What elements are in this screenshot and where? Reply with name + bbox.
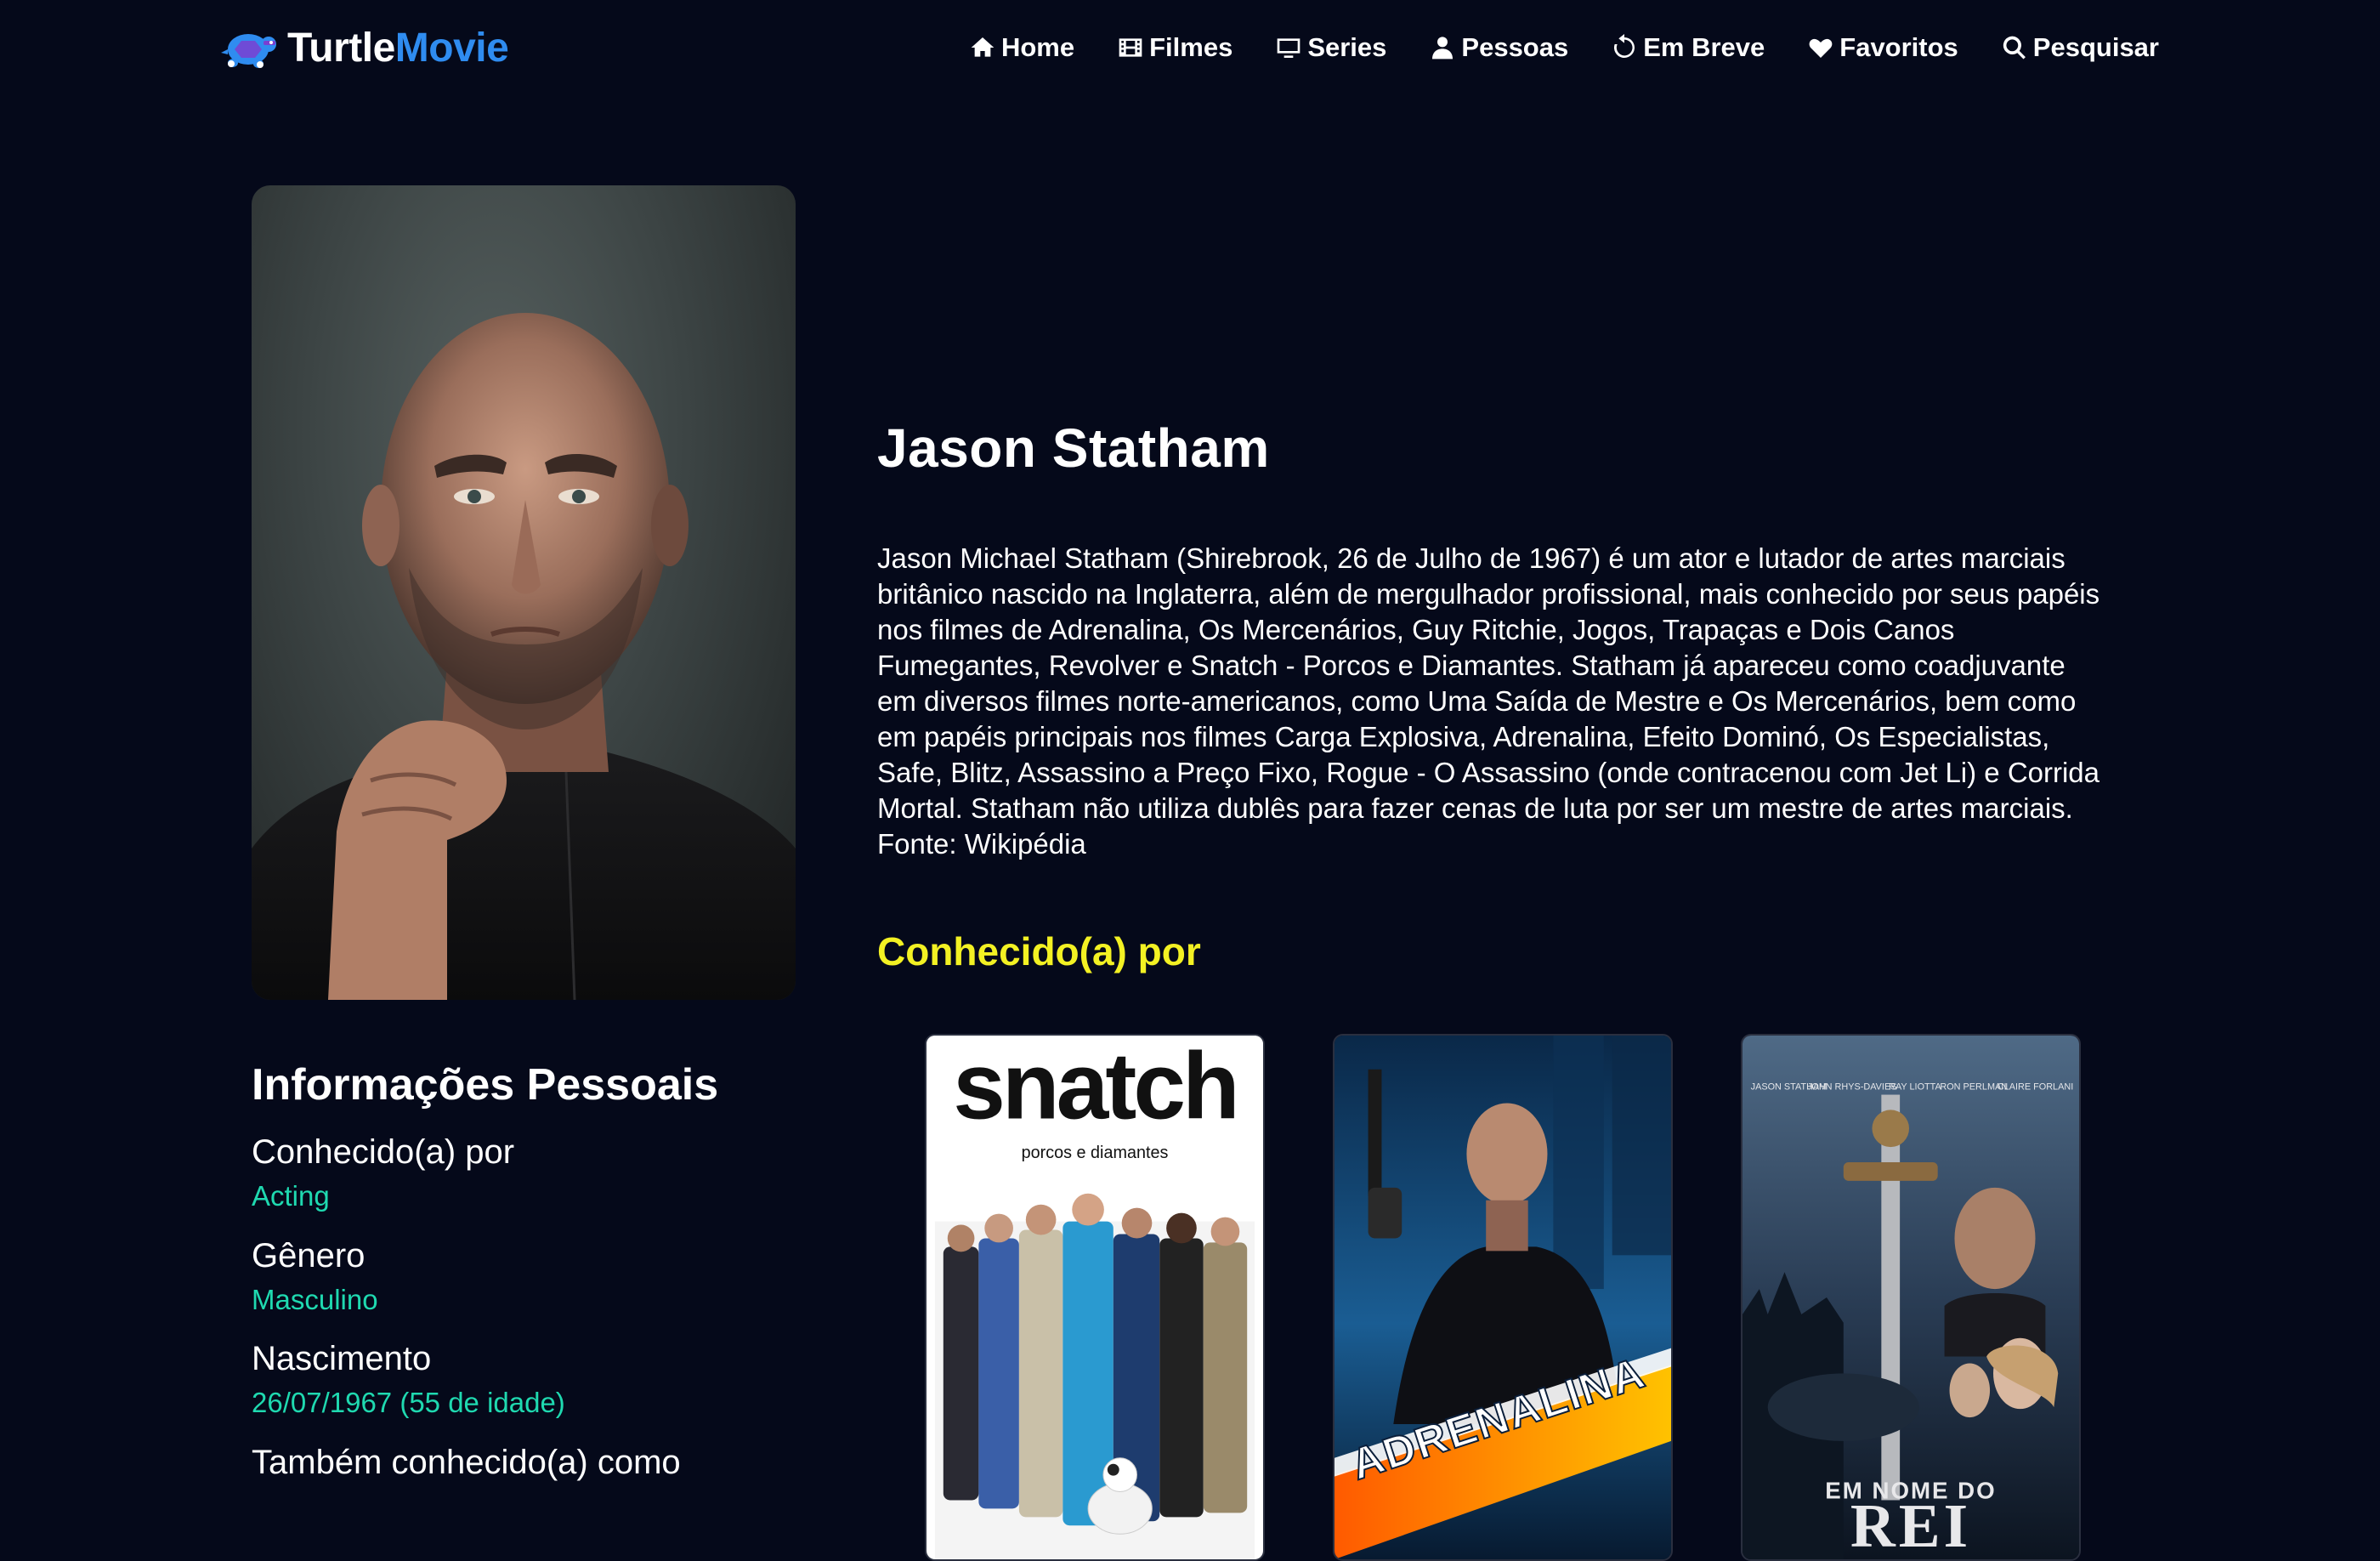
info-row-birth: Nascimento 26/07/1967 (55 de idade) [252, 1338, 847, 1420]
nav-pesquisar-label: Pesquisar [2032, 32, 2159, 62]
nav-series[interactable]: Series [1275, 32, 1386, 63]
brand-name-part2: Movie [394, 25, 509, 71]
person-icon [1432, 37, 1454, 60]
info-row-known-for: Conhecido(a) por Acting [252, 1132, 847, 1213]
nav-pessoas[interactable]: Pessoas [1429, 32, 1568, 63]
movie-poster-em-nome-do-rei[interactable]: JASON STATHAM JOHN RHYS-DAVIES RAY LIOTT… [1741, 1034, 2081, 1561]
poster-credit: CLAIRE FORLANI [1998, 1082, 2073, 1093]
nav-filmes-label: Filmes [1149, 32, 1233, 62]
nav-favoritos-label: Favoritos [1839, 32, 1958, 62]
top-navbar: Turtle Movie Home Filmes Series Pessoas E… [0, 0, 2380, 95]
nav-pessoas-label: Pessoas [1461, 32, 1569, 62]
brand-name-part1: Turtle [287, 25, 395, 71]
movie-poster-snatch[interactable]: snatch porcos e diamantes [925, 1034, 1265, 1561]
nav-favoritos[interactable]: Favoritos [1807, 32, 1958, 63]
info-row-gender: Gênero Masculino [252, 1235, 847, 1317]
info-row-also-known-as: Também conhecido(a) como [252, 1442, 847, 1483]
personal-info-title: Informações Pessoais [252, 1060, 719, 1110]
person-name: Jason Statham [877, 417, 1270, 479]
poster-title: snatch [953, 1036, 1237, 1138]
poster-subtitle: porcos e diamantes [1022, 1144, 1169, 1162]
profile-photo [252, 185, 796, 1000]
known-for-list: snatch porcos e diamantes ADRENALINA JAS… [925, 1034, 2081, 1561]
brand-logo[interactable]: Turtle Movie [219, 20, 509, 75]
history-icon [1614, 34, 1635, 58]
info-value: Masculino [252, 1283, 378, 1315]
personal-info-section: Informações Pessoais Conhecido(a) por Ac… [252, 1060, 847, 1505]
poster-title: REI [1850, 1491, 1971, 1559]
nav-filmes[interactable]: Filmes [1117, 32, 1232, 63]
info-value: Acting [252, 1180, 330, 1212]
info-value: 26/07/1967 (55 de idade) [252, 1387, 565, 1419]
nav-em-breve-label: Em Breve [1643, 32, 1765, 62]
main-menu: Home Filmes Series Pessoas Em Breve Favo… [969, 26, 2159, 70]
film-icon [1119, 38, 1142, 57]
info-label: Conhecido(a) por [252, 1133, 515, 1172]
actor-portrait-image [252, 313, 796, 1000]
known-for-title: Conhecido(a) por [877, 929, 1201, 973]
info-label: Também conhecido(a) como [252, 1443, 681, 1481]
poster-credit: RAY LIOTTA [1889, 1082, 1941, 1093]
movie-poster-adrenalina[interactable]: ADRENALINA [1333, 1034, 1673, 1561]
nav-home-label: Home [1000, 32, 1075, 62]
search-icon [2003, 36, 2026, 60]
tv-icon [1277, 38, 1300, 58]
home-icon [971, 37, 994, 57]
nav-em-breve[interactable]: Em Breve [1611, 32, 1765, 63]
nav-series-label: Series [1307, 32, 1387, 62]
info-label: Nascimento [252, 1340, 432, 1378]
heart-icon [1809, 38, 1833, 58]
nav-home[interactable]: Home [969, 32, 1074, 63]
poster-credit: JOHN RHYS-DAVIES [1807, 1082, 1897, 1093]
info-label: Gênero [252, 1236, 366, 1274]
turtle-logo-icon [221, 34, 276, 68]
person-biography: Jason Michael Statham (Shirebrook, 26 de… [877, 542, 2100, 860]
nav-pesquisar[interactable]: Pesquisar [2001, 32, 2159, 63]
